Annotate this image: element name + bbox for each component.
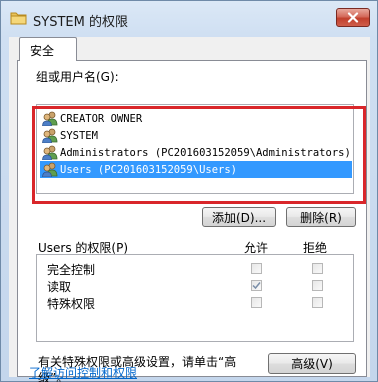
deny-read-checkbox[interactable] bbox=[312, 280, 323, 291]
permission-row-special: 特殊权限 bbox=[47, 295, 95, 311]
list-item-users[interactable]: Users (PC201603152059\Users) bbox=[40, 161, 352, 178]
advanced-button-label: 高级(V) bbox=[291, 357, 333, 371]
users-icon bbox=[42, 162, 58, 177]
folder-icon bbox=[10, 12, 27, 25]
deny-full-control-checkbox[interactable] bbox=[312, 263, 323, 274]
close-button[interactable] bbox=[336, 8, 370, 27]
list-item-creator-owner[interactable]: CREATOR OWNER bbox=[40, 110, 352, 127]
allow-read-checkbox[interactable] bbox=[251, 280, 262, 291]
deny-special-checkbox[interactable] bbox=[312, 297, 323, 308]
title-bar[interactable]: SYSTEM 的权限 bbox=[1, 1, 377, 37]
users-icon bbox=[42, 111, 58, 126]
help-link[interactable]: 了解访问控制和权限 bbox=[29, 364, 137, 381]
window-title: SYSTEM 的权限 bbox=[33, 15, 128, 30]
users-icon bbox=[42, 145, 58, 160]
permission-row-read: 读取 bbox=[47, 278, 71, 294]
tab-security[interactable]: 安全 bbox=[19, 37, 77, 61]
advanced-button[interactable]: 高级(V) bbox=[268, 353, 356, 374]
check-icon bbox=[252, 282, 261, 290]
permission-name: 读取 bbox=[47, 280, 72, 294]
list-item-label: SYSTEM bbox=[60, 129, 98, 142]
tab-security-label: 安全 bbox=[30, 44, 55, 58]
remove-button[interactable]: 删除(R) bbox=[286, 207, 356, 227]
allow-special-checkbox[interactable] bbox=[251, 297, 262, 308]
add-button-label: 添加(D)... bbox=[211, 210, 267, 225]
close-icon bbox=[347, 12, 359, 23]
permission-row-full-control: 完全控制 bbox=[47, 261, 95, 277]
permission-name: 完全控制 bbox=[47, 263, 96, 277]
list-item-label: Users (PC201603152059\Users) bbox=[60, 163, 238, 176]
permissions-table: 完全控制 读取 特殊权限 bbox=[36, 254, 354, 342]
add-button[interactable]: 添加(D)... bbox=[202, 207, 276, 227]
list-item-administrators[interactable]: Administrators (PC201603152059\Administr… bbox=[40, 144, 352, 161]
groups-label: 组或用户名(G): bbox=[36, 70, 119, 84]
list-item-label: Administrators (PC201603152059\Administr… bbox=[60, 146, 351, 159]
list-item-label: CREATOR OWNER bbox=[60, 112, 143, 125]
dialog-body: 安全 组或用户名(G): CREATOR OWNER SYSTEM Admini… bbox=[9, 37, 370, 382]
groups-listbox[interactable]: CREATOR OWNER SYSTEM Administrators (PC2… bbox=[36, 104, 354, 194]
allow-full-control-checkbox[interactable] bbox=[251, 263, 262, 274]
permissions-scrollbar[interactable] bbox=[349, 255, 353, 341]
list-item-system[interactable]: SYSTEM bbox=[40, 127, 352, 144]
remove-button-label: 删除(R) bbox=[300, 210, 342, 225]
permissions-dialog: SYSTEM 的权限 安全 组或用户名(G): CREATOR OWNER SY… bbox=[0, 0, 378, 382]
users-icon bbox=[42, 128, 58, 143]
security-panel: 组或用户名(G): CREATOR OWNER SYSTEM Administr… bbox=[17, 60, 367, 382]
permission-name: 特殊权限 bbox=[47, 297, 96, 311]
